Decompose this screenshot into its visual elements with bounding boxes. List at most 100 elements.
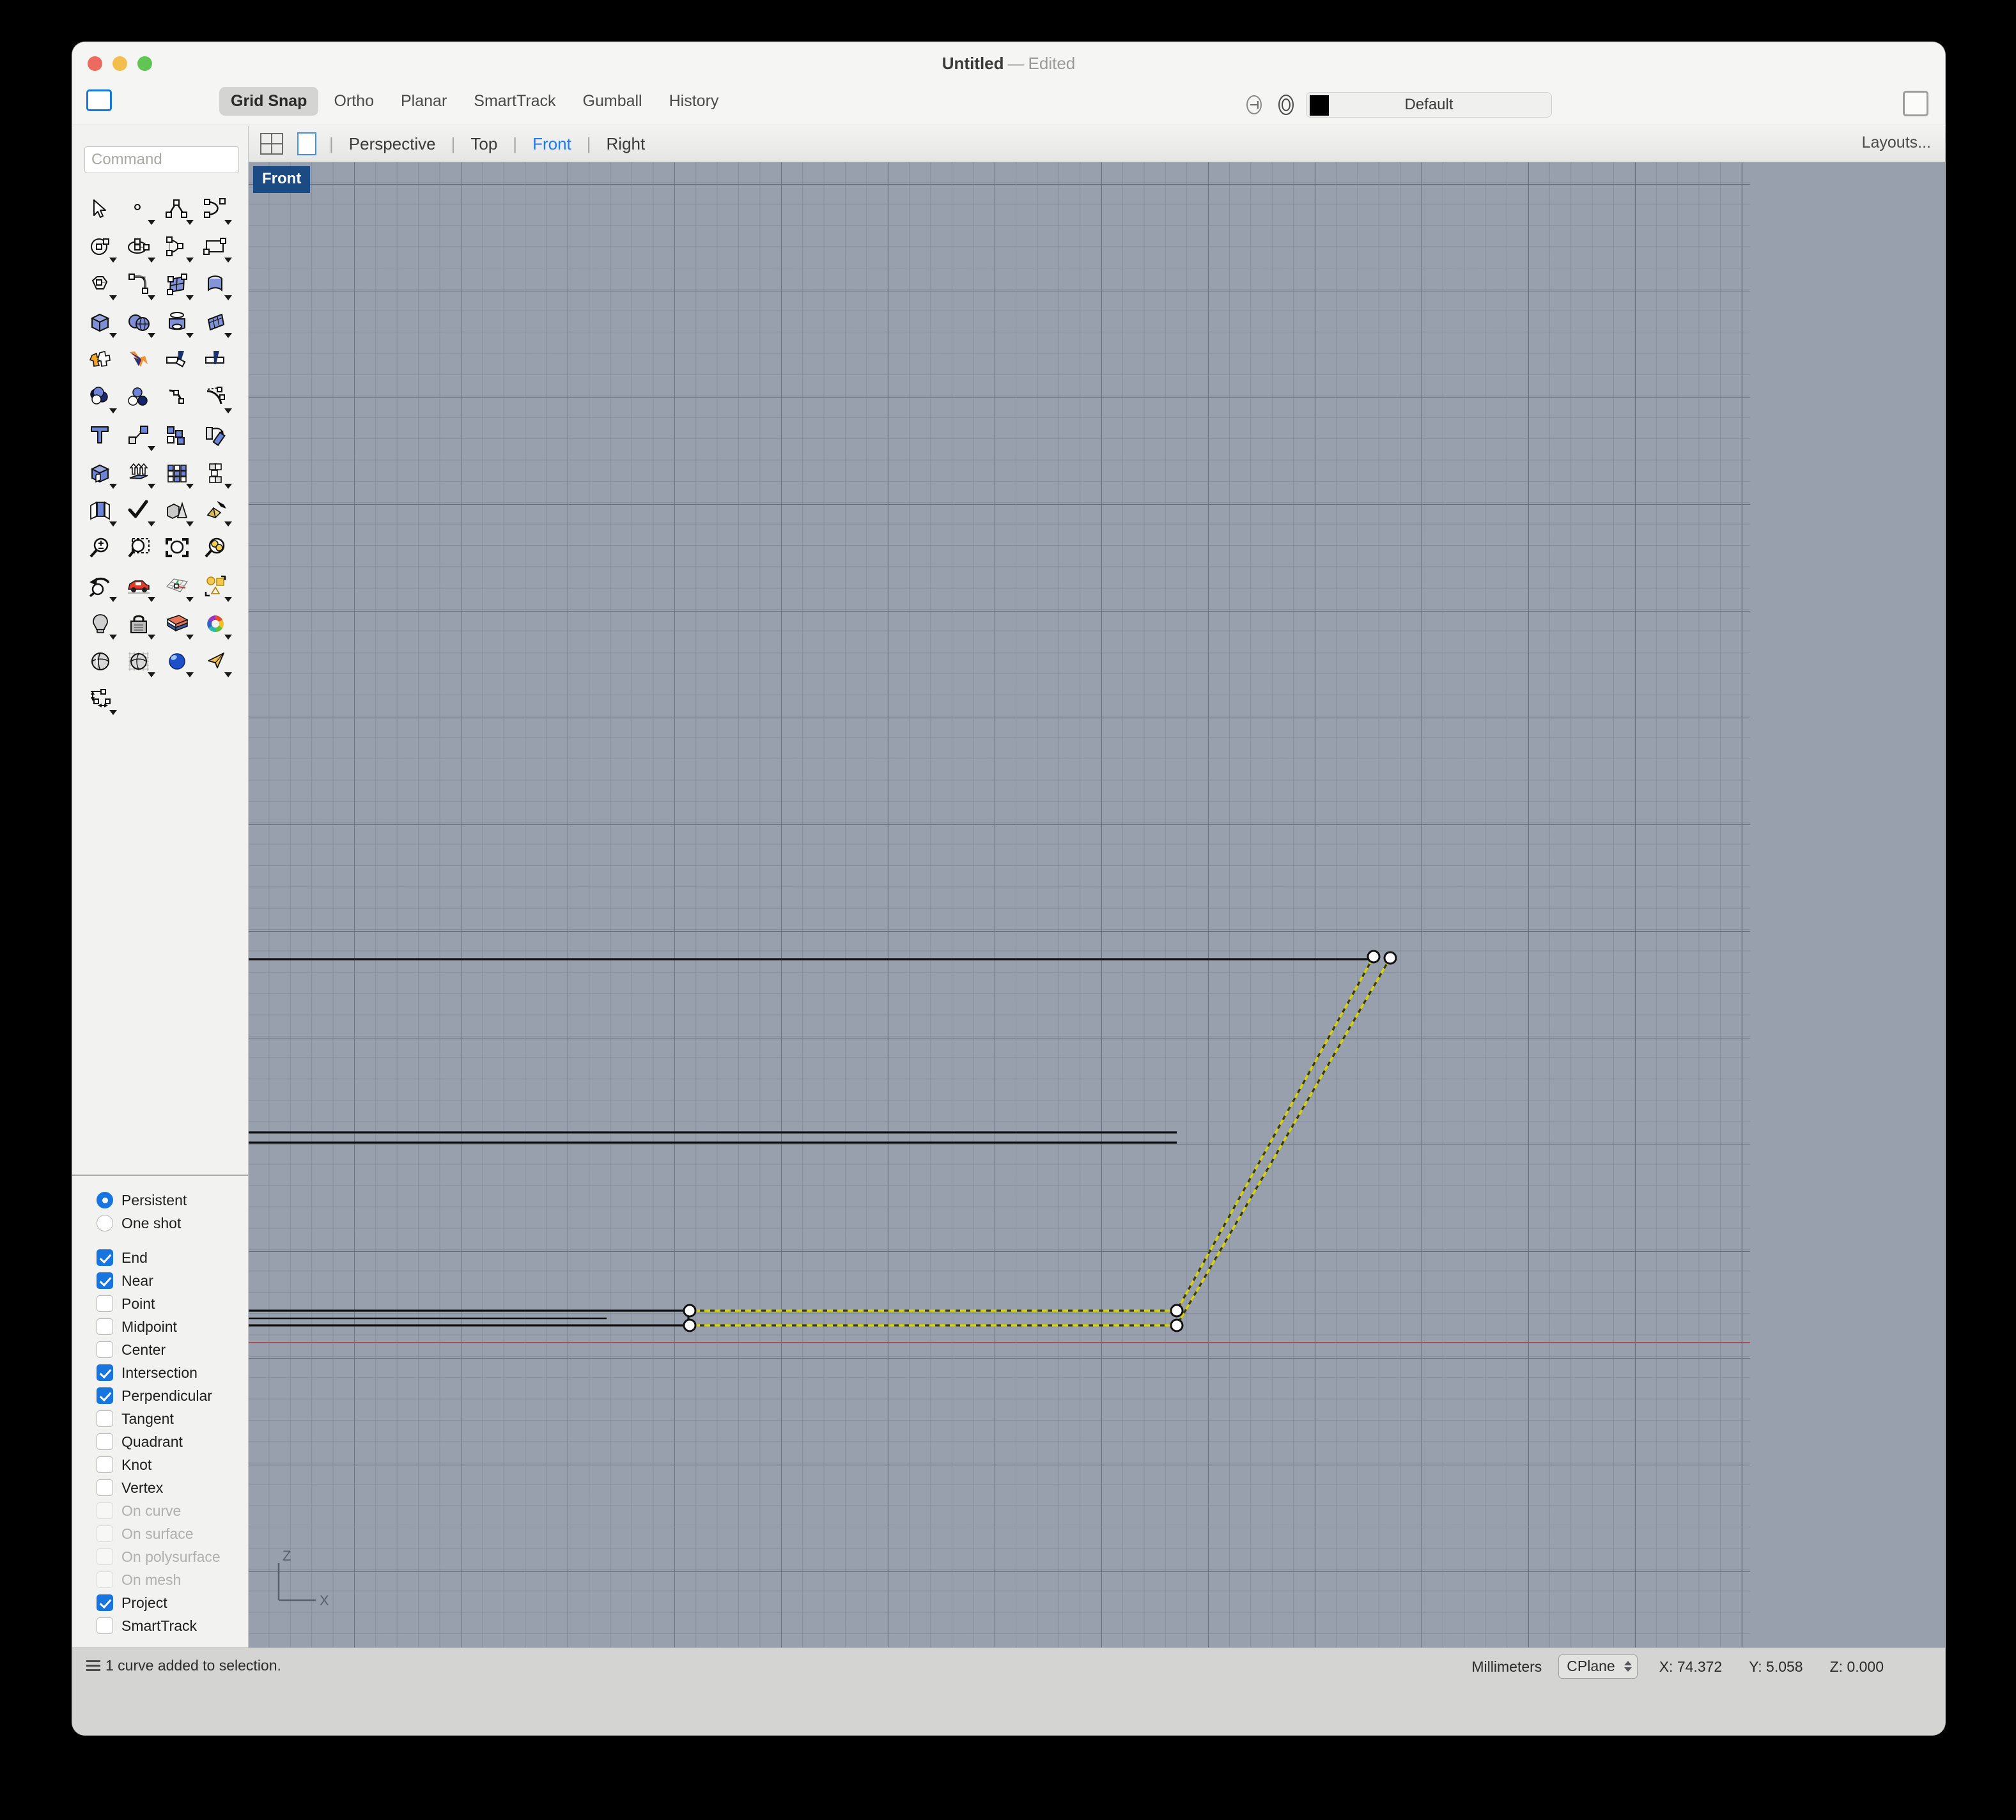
lock-icon[interactable] [120, 605, 158, 642]
zoom-selected-icon[interactable] [196, 529, 235, 567]
checkbox-smarttrack-icon[interactable] [97, 1617, 113, 1634]
chevron-down-icon[interactable] [148, 635, 155, 640]
fillet-edge-icon[interactable] [81, 454, 120, 491]
chevron-down-icon[interactable] [224, 672, 232, 677]
chevron-down-icon[interactable] [109, 521, 117, 527]
radio-persistent-icon[interactable] [97, 1192, 113, 1208]
chevron-down-icon[interactable] [109, 258, 117, 263]
box-icon[interactable] [81, 303, 120, 341]
checkbox-knot-icon[interactable] [97, 1456, 113, 1473]
mode-toggle-smarttrack[interactable]: SmartTrack [462, 87, 567, 116]
chevron-down-icon[interactable] [109, 710, 117, 715]
osnap-item-midpoint[interactable]: Midpoint [97, 1315, 248, 1338]
layers-icon[interactable] [158, 605, 196, 642]
trim-icon[interactable] [158, 341, 196, 378]
offset-surface-icon[interactable] [81, 491, 120, 529]
pyramid-paint-icon[interactable] [196, 491, 235, 529]
osnap-item-vertex[interactable]: Vertex [97, 1476, 248, 1499]
select-arrow-icon[interactable] [81, 190, 120, 228]
display-mode-icon[interactable] [1274, 93, 1298, 117]
osnap-mode-one-shot[interactable]: One shot [97, 1212, 248, 1235]
chevron-down-icon[interactable] [224, 484, 232, 489]
cplane-icon[interactable] [158, 567, 196, 605]
check-icon[interactable] [120, 491, 158, 529]
checkbox-end-icon[interactable] [97, 1249, 113, 1266]
sphere-icon[interactable] [120, 303, 158, 341]
camera-icon[interactable] [196, 642, 235, 680]
sidebar-right-icon[interactable] [1903, 91, 1928, 116]
tab-front[interactable]: Front [530, 134, 574, 154]
explode-icon[interactable] [120, 341, 158, 378]
osnap-item-intersection[interactable]: Intersection [97, 1361, 248, 1384]
cylinder-icon[interactable] [158, 303, 196, 341]
cplane-select[interactable]: CPlane [1558, 1654, 1638, 1679]
chevron-down-icon[interactable] [224, 597, 232, 602]
chevron-down-icon[interactable] [148, 258, 155, 263]
sidebar-left-icon[interactable] [86, 89, 112, 111]
mode-toggle-ortho[interactable]: Ortho [322, 87, 385, 116]
chevron-down-icon[interactable] [148, 446, 155, 451]
chevron-down-icon[interactable] [224, 635, 232, 640]
osnap-item-smarttrack[interactable]: SmartTrack [97, 1614, 248, 1637]
osnap-item-perpendicular[interactable]: Perpendicular [97, 1384, 248, 1407]
boolean-intersection-icon[interactable] [120, 378, 158, 416]
chevron-down-icon[interactable] [186, 521, 194, 527]
checkbox-vertex-icon[interactable] [97, 1479, 113, 1496]
extrude-curve-icon[interactable] [196, 265, 235, 303]
chevron-down-icon[interactable] [148, 333, 155, 338]
arc-icon[interactable] [158, 228, 196, 265]
osnap-item-quadrant[interactable]: Quadrant [97, 1430, 248, 1453]
chevron-down-icon[interactable] [148, 597, 155, 602]
single-view-layout-icon[interactable] [297, 132, 316, 155]
osnap-item-end[interactable]: End [97, 1246, 248, 1269]
osnap-mode-persistent[interactable]: Persistent [97, 1189, 248, 1212]
polygon-icon[interactable] [81, 265, 120, 303]
chevron-down-icon[interactable] [186, 258, 194, 263]
chevron-down-icon[interactable] [148, 220, 155, 225]
chevron-down-icon[interactable] [109, 333, 117, 338]
light-icon[interactable] [81, 605, 120, 642]
chevron-down-icon[interactable] [224, 295, 232, 300]
array-along-curve-icon[interactable] [196, 454, 235, 491]
chevron-down-icon[interactable] [224, 408, 232, 413]
viewport-label[interactable]: Front [253, 166, 311, 193]
zoom-extents-icon[interactable] [158, 529, 196, 567]
osnap-item-center[interactable]: Center [97, 1338, 248, 1361]
rotate-icon[interactable] [196, 416, 235, 454]
surface-from-curves-icon[interactable] [158, 265, 196, 303]
chevron-down-icon[interactable] [148, 484, 155, 489]
viewport-front[interactable]: Front Z X [249, 162, 1945, 1647]
radio-one-shot-icon[interactable] [97, 1215, 113, 1231]
chevron-down-icon[interactable] [186, 597, 194, 602]
osnap-item-project[interactable]: Project [97, 1591, 248, 1614]
tab-perspective[interactable]: Perspective [346, 134, 438, 154]
named-view-icon[interactable] [1242, 93, 1266, 117]
curve-icon[interactable] [196, 190, 235, 228]
circle-icon[interactable] [81, 228, 120, 265]
stepper-icon[interactable] [1624, 1661, 1632, 1672]
checkbox-midpoint-icon[interactable] [97, 1318, 113, 1335]
move-icon[interactable] [120, 416, 158, 454]
copy-icon[interactable] [158, 416, 196, 454]
checkbox-center-icon[interactable] [97, 1341, 113, 1358]
mode-toggle-grid-snap[interactable]: Grid Snap [219, 87, 319, 116]
chevron-down-icon[interactable] [148, 521, 155, 527]
split-icon[interactable] [196, 341, 235, 378]
fillet-curve-icon[interactable] [120, 265, 158, 303]
ellipse-icon[interactable] [120, 228, 158, 265]
osnap-item-near[interactable]: Near [97, 1269, 248, 1292]
checkbox-intersection-icon[interactable] [97, 1364, 113, 1381]
select-objects-icon[interactable] [196, 567, 235, 605]
chevron-down-icon[interactable] [109, 484, 117, 489]
chevron-down-icon[interactable] [109, 408, 117, 413]
mode-toggle-gumball[interactable]: Gumball [571, 87, 654, 116]
layouts-button[interactable]: Layouts... [1862, 134, 1931, 152]
chevron-down-icon[interactable] [224, 220, 232, 225]
checkbox-near-icon[interactable] [97, 1272, 113, 1289]
shaded-view-icon[interactable] [81, 642, 120, 680]
chevron-down-icon[interactable] [224, 521, 232, 527]
color-wheel-icon[interactable] [196, 605, 235, 642]
rectangle-icon[interactable] [196, 228, 235, 265]
car-icon[interactable] [120, 567, 158, 605]
extrude-surface-icon[interactable] [120, 454, 158, 491]
